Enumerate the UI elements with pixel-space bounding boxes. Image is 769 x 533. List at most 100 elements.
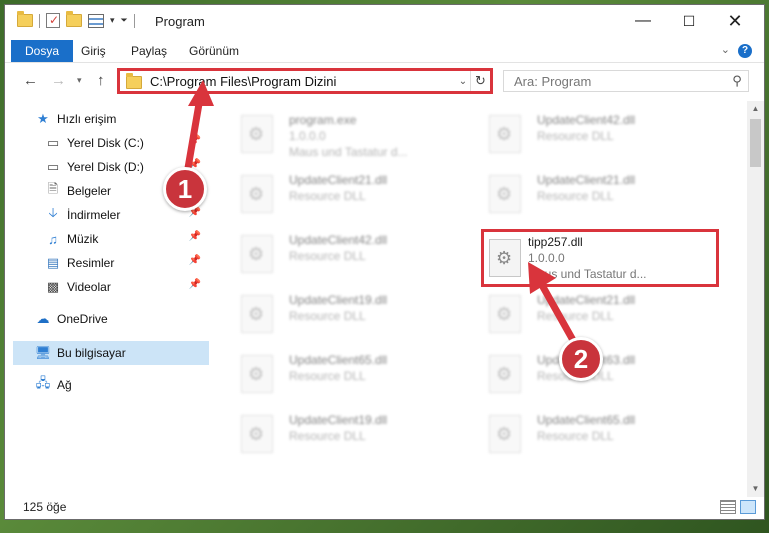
- file-name: tipp257.dll: [528, 235, 583, 249]
- cloud-icon: ☁: [36, 311, 50, 326]
- file-tile[interactable]: UpdateClient42.dll Resource DLL: [475, 105, 713, 163]
- network-icon: 🖧: [35, 375, 51, 390]
- sidebar-item-label: Yerel Disk (D:): [67, 160, 144, 174]
- document-icon: 🗎: [47, 181, 59, 196]
- star-icon: ★: [37, 111, 49, 126]
- sidebar-item-disk-c[interactable]: ▭ Yerel Disk (C:) 📌: [45, 131, 205, 155]
- sidebar-item-pictures[interactable]: ▤ Resimler 📌: [45, 251, 205, 275]
- sidebar-item-music[interactable]: ♫ Müzik 📌: [45, 227, 205, 251]
- sidebar-item-videos[interactable]: ▩ Videolar 📌: [45, 275, 205, 299]
- file-type: Resource DLL: [289, 189, 366, 203]
- file-version: 1.0.0.0: [528, 251, 565, 265]
- file-description: Maus und Tastatur d...: [289, 145, 408, 159]
- dll-file-icon: [489, 415, 521, 453]
- maximize-button[interactable]: ☐: [666, 5, 712, 37]
- scroll-up-icon[interactable]: ▲: [747, 101, 764, 117]
- file-name: UpdateClient21.dll: [537, 293, 636, 307]
- step-marker-2: 2: [559, 337, 603, 381]
- new-folder-icon[interactable]: [66, 11, 82, 27]
- exe-file-icon: [241, 115, 273, 153]
- help-icon[interactable]: ?: [738, 44, 752, 58]
- sidebar-item-onedrive[interactable]: ☁ OneDrive: [35, 307, 235, 331]
- explorer-window: ▾ ⏷ Program — ☐ ✕ Dosya Giriş Paylaş Gör…: [4, 4, 765, 520]
- customize-toolbar-icon[interactable]: ⏷: [121, 15, 128, 26]
- download-icon: 🡣: [48, 205, 58, 220]
- dll-file-icon: [489, 115, 521, 153]
- vertical-scrollbar[interactable]: ▲ ▼: [747, 101, 764, 497]
- sidebar-item-label: Ağ: [57, 378, 72, 392]
- tab-view[interactable]: Görünüm: [179, 40, 249, 62]
- computer-icon: 🖥: [34, 345, 52, 360]
- file-type: Resource DLL: [537, 189, 614, 203]
- details-view-icon[interactable]: [720, 500, 736, 514]
- search-input[interactable]: Ara: Program ⚲: [503, 70, 749, 92]
- tab-share[interactable]: Paylaş: [121, 40, 177, 62]
- sidebar-item-label: İndirmeler: [67, 208, 121, 222]
- address-path[interactable]: C:\Program Files\Program Dizini: [150, 74, 456, 89]
- navigation-pane: ★ Hızlı erişim ▭ Yerel Disk (C:) 📌 ▭ Yer…: [5, 105, 210, 497]
- pin-icon[interactable]: 📌: [189, 255, 201, 266]
- file-tile[interactable]: UpdateClient65.dll Resource DLL: [475, 405, 713, 463]
- pin-icon[interactable]: 📌: [189, 231, 201, 242]
- sidebar-item-label: Belgeler: [67, 184, 112, 198]
- dll-file-icon: [241, 175, 273, 213]
- file-tile[interactable]: UpdateClient21.dll Resource DLL: [475, 285, 713, 343]
- pin-icon[interactable]: 📌: [189, 135, 201, 146]
- recent-locations-button[interactable]: ▾: [77, 75, 82, 86]
- file-name: UpdateClient65.dll: [537, 413, 636, 427]
- search-icon[interactable]: ⚲: [726, 73, 748, 89]
- pin-icon[interactable]: 📌: [189, 279, 201, 290]
- forward-button[interactable]: →: [51, 72, 66, 89]
- title-bar: ▾ ⏷ Program — ☐ ✕: [5, 5, 764, 37]
- tiles-view-icon[interactable]: [740, 500, 756, 514]
- dll-file-icon: [241, 355, 273, 393]
- music-icon: ♫: [48, 231, 58, 247]
- file-tile[interactable]: UpdateClient19.dll Resource DLL: [227, 285, 465, 343]
- tab-home[interactable]: Giriş: [71, 40, 116, 62]
- file-tile[interactable]: UpdateClient42.dll Resource DLL: [227, 225, 465, 283]
- file-tile[interactable]: UpdateClient65.dll Resource DLL: [227, 345, 465, 403]
- quick-access-toolbar: ▾ ⏷: [17, 11, 135, 28]
- properties-check-icon[interactable]: [46, 13, 60, 28]
- file-tile[interactable]: program.exe 1.0.0.0 Maus und Tastatur d.…: [227, 105, 465, 163]
- step-marker-1: 1: [163, 167, 207, 211]
- file-type: Resource DLL: [289, 309, 366, 323]
- scrollbar-thumb[interactable]: [750, 119, 761, 167]
- dll-file-icon: [241, 415, 273, 453]
- sidebar-item-this-pc[interactable]: 🖥 Bu bilgisayar: [13, 341, 209, 365]
- sidebar-item-label: Bu bilgisayar: [57, 346, 126, 360]
- dll-file-icon: [489, 295, 521, 333]
- file-list: program.exe 1.0.0.0 Maus und Tastatur d.…: [217, 101, 744, 497]
- dll-file-icon: [489, 355, 521, 393]
- file-name: UpdateClient21.dll: [289, 173, 388, 187]
- chevron-down-icon[interactable]: ▾: [110, 15, 115, 26]
- sidebar-item-label: Resimler: [67, 256, 115, 270]
- chevron-down-icon[interactable]: ⌄: [456, 76, 470, 87]
- back-button[interactable]: ←: [23, 72, 38, 89]
- separator: [133, 13, 135, 28]
- minimize-button[interactable]: —: [620, 5, 666, 37]
- file-name: UpdateClient42.dll: [289, 233, 388, 247]
- highlighted-file-tile[interactable]: tipp257.dll 1.0.0.0 Maus und Tastatur d.…: [481, 229, 719, 287]
- sidebar-item-label: Müzik: [67, 232, 99, 246]
- properties-icon[interactable]: [88, 13, 104, 28]
- sidebar-item-quick-access[interactable]: ★ Hızlı erişim: [35, 107, 235, 131]
- folder-icon: [126, 72, 142, 89]
- dll-file-icon: [241, 235, 273, 273]
- file-tile[interactable]: UpdateClient19.dll Resource DLL: [227, 405, 465, 463]
- up-button[interactable]: ↑: [97, 72, 105, 89]
- file-name: UpdateClient19.dll: [289, 293, 388, 307]
- sidebar-item-network[interactable]: 🖧 Ağ: [35, 373, 235, 397]
- drive-icon: ▭: [46, 135, 60, 150]
- pictures-icon: ▤: [46, 255, 60, 270]
- file-tile[interactable]: UpdateClient21.dll Resource DLL: [475, 165, 713, 223]
- address-bar[interactable]: C:\Program Files\Program Dizini ⌄ ↻: [117, 68, 493, 94]
- expand-ribbon-icon[interactable]: ⌄: [721, 43, 730, 56]
- refresh-icon[interactable]: ↻: [470, 71, 490, 91]
- dll-file-icon: [489, 175, 521, 213]
- file-name: UpdateClient19.dll: [289, 413, 388, 427]
- file-name: program.exe: [289, 113, 357, 127]
- close-button[interactable]: ✕: [712, 5, 758, 37]
- tab-file[interactable]: Dosya: [11, 40, 74, 62]
- file-tile[interactable]: UpdateClient21.dll Resource DLL: [227, 165, 465, 223]
